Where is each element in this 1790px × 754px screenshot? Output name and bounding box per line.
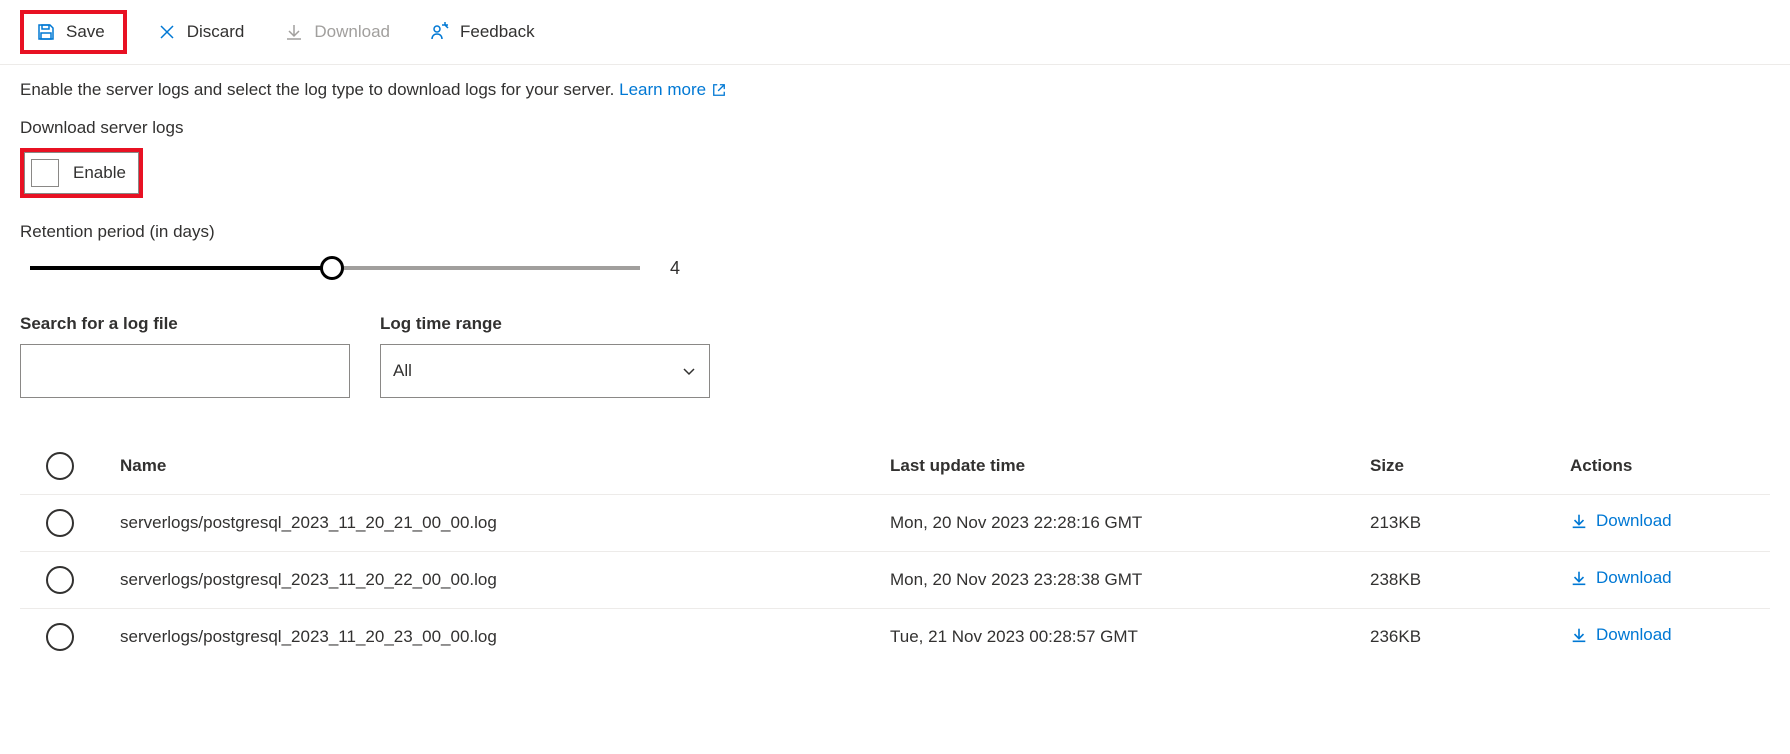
external-link-icon [712,83,726,97]
table-row: serverlogs/postgresql_2023_11_20_22_00_0… [20,552,1770,609]
row-last-update: Mon, 20 Nov 2023 22:28:16 GMT [890,513,1370,533]
discard-button[interactable]: Discard [147,16,255,48]
download-icon [1570,626,1588,644]
slider-track-empty [330,266,640,270]
discard-label: Discard [187,22,245,42]
enable-highlight-wrap: Enable [20,148,143,198]
enable-label: Enable [73,163,126,183]
save-button[interactable]: Save [26,16,115,48]
row-download-link[interactable]: Download [1570,625,1672,645]
timerange-selected: All [393,361,412,381]
retention-slider[interactable] [20,256,640,280]
col-header-size[interactable]: Size [1370,456,1570,476]
download-icon [1570,512,1588,530]
feedback-icon [430,22,450,42]
row-size: 238KB [1370,570,1570,590]
close-icon [157,22,177,42]
retention-label: Retention period (in days) [20,222,1770,242]
description-text: Enable the server logs and select the lo… [20,80,1770,100]
enable-checkbox[interactable] [31,159,59,187]
row-name: serverlogs/postgresql_2023_11_20_22_00_0… [120,570,890,590]
table-header-row: Name Last update time Size Actions [20,438,1770,495]
slider-track-filled [30,266,330,270]
row-download-label: Download [1596,511,1672,531]
feedback-label: Feedback [460,22,535,42]
download-button: Download [274,16,400,48]
row-last-update: Tue, 21 Nov 2023 00:28:57 GMT [890,627,1370,647]
row-radio[interactable] [46,566,74,594]
search-label: Search for a log file [20,314,350,334]
row-size: 213KB [1370,513,1570,533]
table-row: serverlogs/postgresql_2023_11_20_23_00_0… [20,609,1770,665]
retention-value: 4 [670,258,680,279]
download-label: Download [314,22,390,42]
logs-table: Name Last update time Size Actions serve… [20,438,1770,665]
row-download-label: Download [1596,625,1672,645]
select-all-radio[interactable] [46,452,74,480]
row-size: 236KB [1370,627,1570,647]
row-last-update: Mon, 20 Nov 2023 23:28:38 GMT [890,570,1370,590]
timerange-select[interactable]: All [380,344,710,398]
download-icon [1570,569,1588,587]
save-label: Save [66,22,105,42]
col-header-name[interactable]: Name [120,456,890,476]
learn-more-link[interactable]: Learn more [619,80,726,100]
row-download-label: Download [1596,568,1672,588]
toolbar: Save Discard Download [0,0,1790,65]
description-static: Enable the server logs and select the lo… [20,80,614,99]
search-input[interactable] [20,344,350,398]
col-header-actions: Actions [1570,456,1770,476]
row-download-link[interactable]: Download [1570,511,1672,531]
row-name: serverlogs/postgresql_2023_11_20_21_00_0… [120,513,890,533]
feedback-button[interactable]: Feedback [420,16,545,48]
table-row: serverlogs/postgresql_2023_11_20_21_00_0… [20,495,1770,552]
save-icon [36,22,56,42]
row-download-link[interactable]: Download [1570,568,1672,588]
download-logs-label: Download server logs [20,118,1770,138]
timerange-label: Log time range [380,314,710,334]
save-highlight-wrap: Save [20,10,127,54]
enable-toggle[interactable]: Enable [24,152,139,194]
row-radio[interactable] [46,509,74,537]
download-icon [284,22,304,42]
col-header-last-update[interactable]: Last update time [890,456,1370,476]
row-radio[interactable] [46,623,74,651]
slider-thumb[interactable] [320,256,344,280]
learn-more-label: Learn more [619,80,706,100]
row-name: serverlogs/postgresql_2023_11_20_23_00_0… [120,627,890,647]
chevron-down-icon [681,363,697,379]
